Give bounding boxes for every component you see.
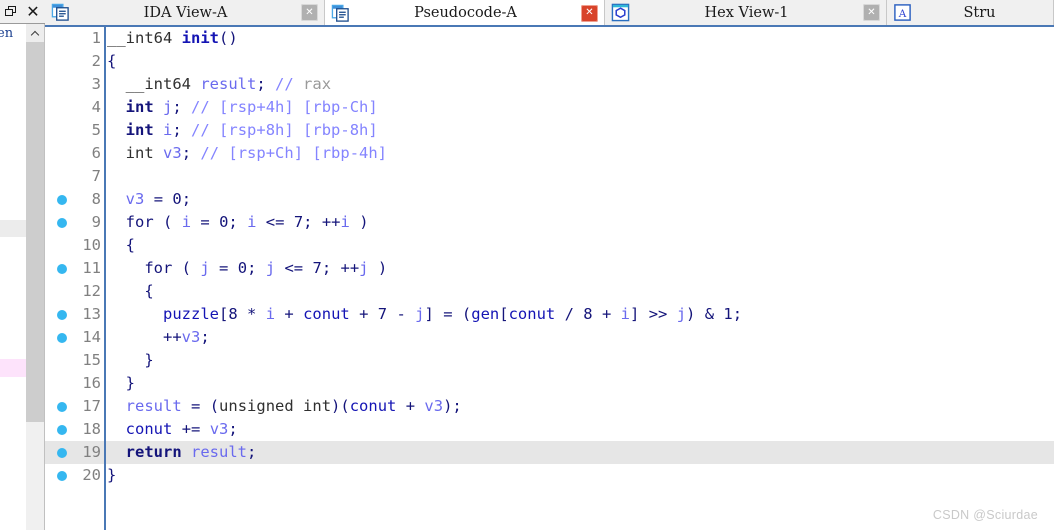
code-text: { — [125, 236, 136, 254]
code-text: v3 = 0; — [125, 190, 192, 208]
code-text: } — [144, 351, 154, 369]
ida-pro-window: ✕ IDA View-A ✕ Pseudocode-A ✕ Hex View-1 ✕ A St… — [0, 0, 1054, 530]
tab-ida-view-a[interactable]: IDA View-A ✕ — [45, 0, 325, 26]
code-text: result = (unsigned int)(conut + v3); — [125, 397, 462, 415]
code-text: __int64 result; // rax — [125, 75, 332, 93]
code-line[interactable]: 18 conut += v3; — [45, 418, 1054, 441]
left-panel-row-highlight — [0, 220, 26, 237]
code-line[interactable]: 19 return result; — [45, 441, 1054, 464]
code-line[interactable]: 10 { — [45, 234, 1054, 257]
line-number: 16 — [82, 374, 101, 392]
line-number: 19 — [82, 443, 101, 461]
line-number: 13 — [82, 305, 101, 323]
line-number: 2 — [91, 52, 101, 70]
line-number: 1 — [91, 29, 101, 47]
line-number: 8 — [91, 190, 101, 208]
restore-window-button[interactable] — [2, 3, 20, 21]
code-text: ++v3; — [163, 328, 210, 346]
scroll-up-button[interactable] — [26, 24, 44, 42]
watermark: CSDN @Sciurdae — [932, 508, 1038, 522]
code-line[interactable]: 11 for ( j = 0; j <= 7; ++j ) — [45, 257, 1054, 280]
code-text: return result; — [125, 443, 257, 461]
code-line[interactable]: 5 int i; // [rsp+8h] [rbp-8h] — [45, 119, 1054, 142]
code-line[interactable]: 16 } — [45, 372, 1054, 395]
code-line[interactable]: 7 — [45, 165, 1054, 188]
code-text: for ( j = 0; j <= 7; ++j ) — [144, 259, 388, 277]
line-number: 18 — [82, 420, 101, 438]
line-number: 6 — [91, 144, 101, 162]
code-line[interactable]: 14 ++v3; — [45, 326, 1054, 349]
tab-hex-view-1[interactable]: Hex View-1 ✕ — [605, 0, 887, 26]
code-text: } — [107, 466, 117, 484]
chevron-up-icon — [31, 31, 39, 36]
code-line[interactable]: 13 puzzle[8 * i + conut + 7 - j] = (gen[… — [45, 303, 1054, 326]
code-text: } — [125, 374, 136, 392]
left-side-panel[interactable]: en — [0, 24, 27, 530]
code-text: __int64 init() — [107, 29, 238, 47]
close-icon: ✕ — [26, 1, 40, 21]
code-text: int j; // [rsp+4h] [rbp-Ch] — [125, 98, 378, 116]
code-line[interactable]: 3 __int64 result; // rax — [45, 73, 1054, 96]
line-number: 7 — [91, 167, 101, 185]
line-number: 12 — [82, 282, 101, 300]
struct-icon: A — [894, 4, 911, 21]
document-icon — [51, 3, 69, 21]
line-number: 5 — [91, 121, 101, 139]
code-line[interactable]: 8 v3 = 0; — [45, 188, 1054, 211]
tab-label: Hex View-1 — [704, 4, 789, 21]
line-number: 10 — [82, 236, 101, 254]
code-text: for ( i = 0; i <= 7; ++i ) — [125, 213, 369, 231]
code-text: int v3; // [rsp+Ch] [rbp-4h] — [125, 144, 388, 162]
line-number: 20 — [82, 466, 101, 484]
tab-close-icon[interactable]: ✕ — [863, 4, 880, 21]
left-panel-row-marker — [0, 359, 26, 377]
code-text: puzzle[8 * i + conut + 7 - j] = (gen[con… — [163, 305, 743, 323]
tab-close-icon[interactable]: ✕ — [581, 4, 598, 22]
svg-text:A: A — [898, 8, 907, 20]
left-panel-truncated-label: en — [0, 26, 14, 41]
code-text: conut += v3; — [125, 420, 238, 438]
code-text: { — [107, 52, 117, 70]
line-number: 14 — [82, 328, 101, 346]
line-number: 11 — [82, 259, 101, 277]
code-lines-container: 1 __int64 init() 2{3 __int64 result; // ra… — [45, 27, 1054, 487]
code-line[interactable]: 12 { — [45, 280, 1054, 303]
close-window-button[interactable]: ✕ — [24, 3, 42, 21]
line-number: 17 — [82, 397, 101, 415]
hex-icon — [611, 3, 630, 22]
window-controls: ✕ — [0, 0, 45, 24]
code-line[interactable]: 9 for ( i = 0; i <= 7; ++i ) — [45, 211, 1054, 234]
code-line[interactable]: 15 } — [45, 349, 1054, 372]
code-line[interactable]: 2{ — [45, 50, 1054, 73]
code-line[interactable]: 20} — [45, 464, 1054, 487]
line-number: 4 — [91, 98, 101, 116]
code-text: { — [144, 282, 154, 300]
gutter-divider — [104, 27, 106, 530]
code-line[interactable]: 17 result = (unsigned int)(conut + v3); — [45, 395, 1054, 418]
tab-stru[interactable]: A Stru — [887, 0, 1054, 26]
document-icon — [331, 4, 349, 22]
left-panel-scrollbar[interactable] — [26, 24, 45, 530]
tab-close-icon[interactable]: ✕ — [301, 4, 318, 21]
code-line[interactable]: 1 __int64 init() — [45, 27, 1054, 50]
line-number: 15 — [82, 351, 101, 369]
scrollbar-thumb[interactable] — [26, 42, 44, 422]
restore-icon — [5, 6, 17, 17]
code-text: int i; // [rsp+8h] [rbp-8h] — [125, 121, 378, 139]
code-line[interactable]: 6 int v3; // [rsp+Ch] [rbp-4h] — [45, 142, 1054, 165]
tab-label: Stru — [963, 4, 996, 21]
code-line[interactable]: 4 int j; // [rsp+4h] [rbp-Ch] — [45, 96, 1054, 119]
line-number: 3 — [91, 75, 101, 93]
tab-bar: IDA View-A ✕ Pseudocode-A ✕ Hex View-1 ✕ A Stru — [45, 0, 1054, 27]
tab-label: Pseudocode-A — [414, 5, 517, 21]
line-number: 9 — [91, 213, 101, 231]
pseudocode-editor[interactable]: 1 __int64 init() 2{3 __int64 result; // ra… — [45, 27, 1054, 530]
tab-pseudocode-a[interactable]: Pseudocode-A ✕ — [325, 0, 605, 26]
tab-label: IDA View-A — [143, 4, 228, 21]
